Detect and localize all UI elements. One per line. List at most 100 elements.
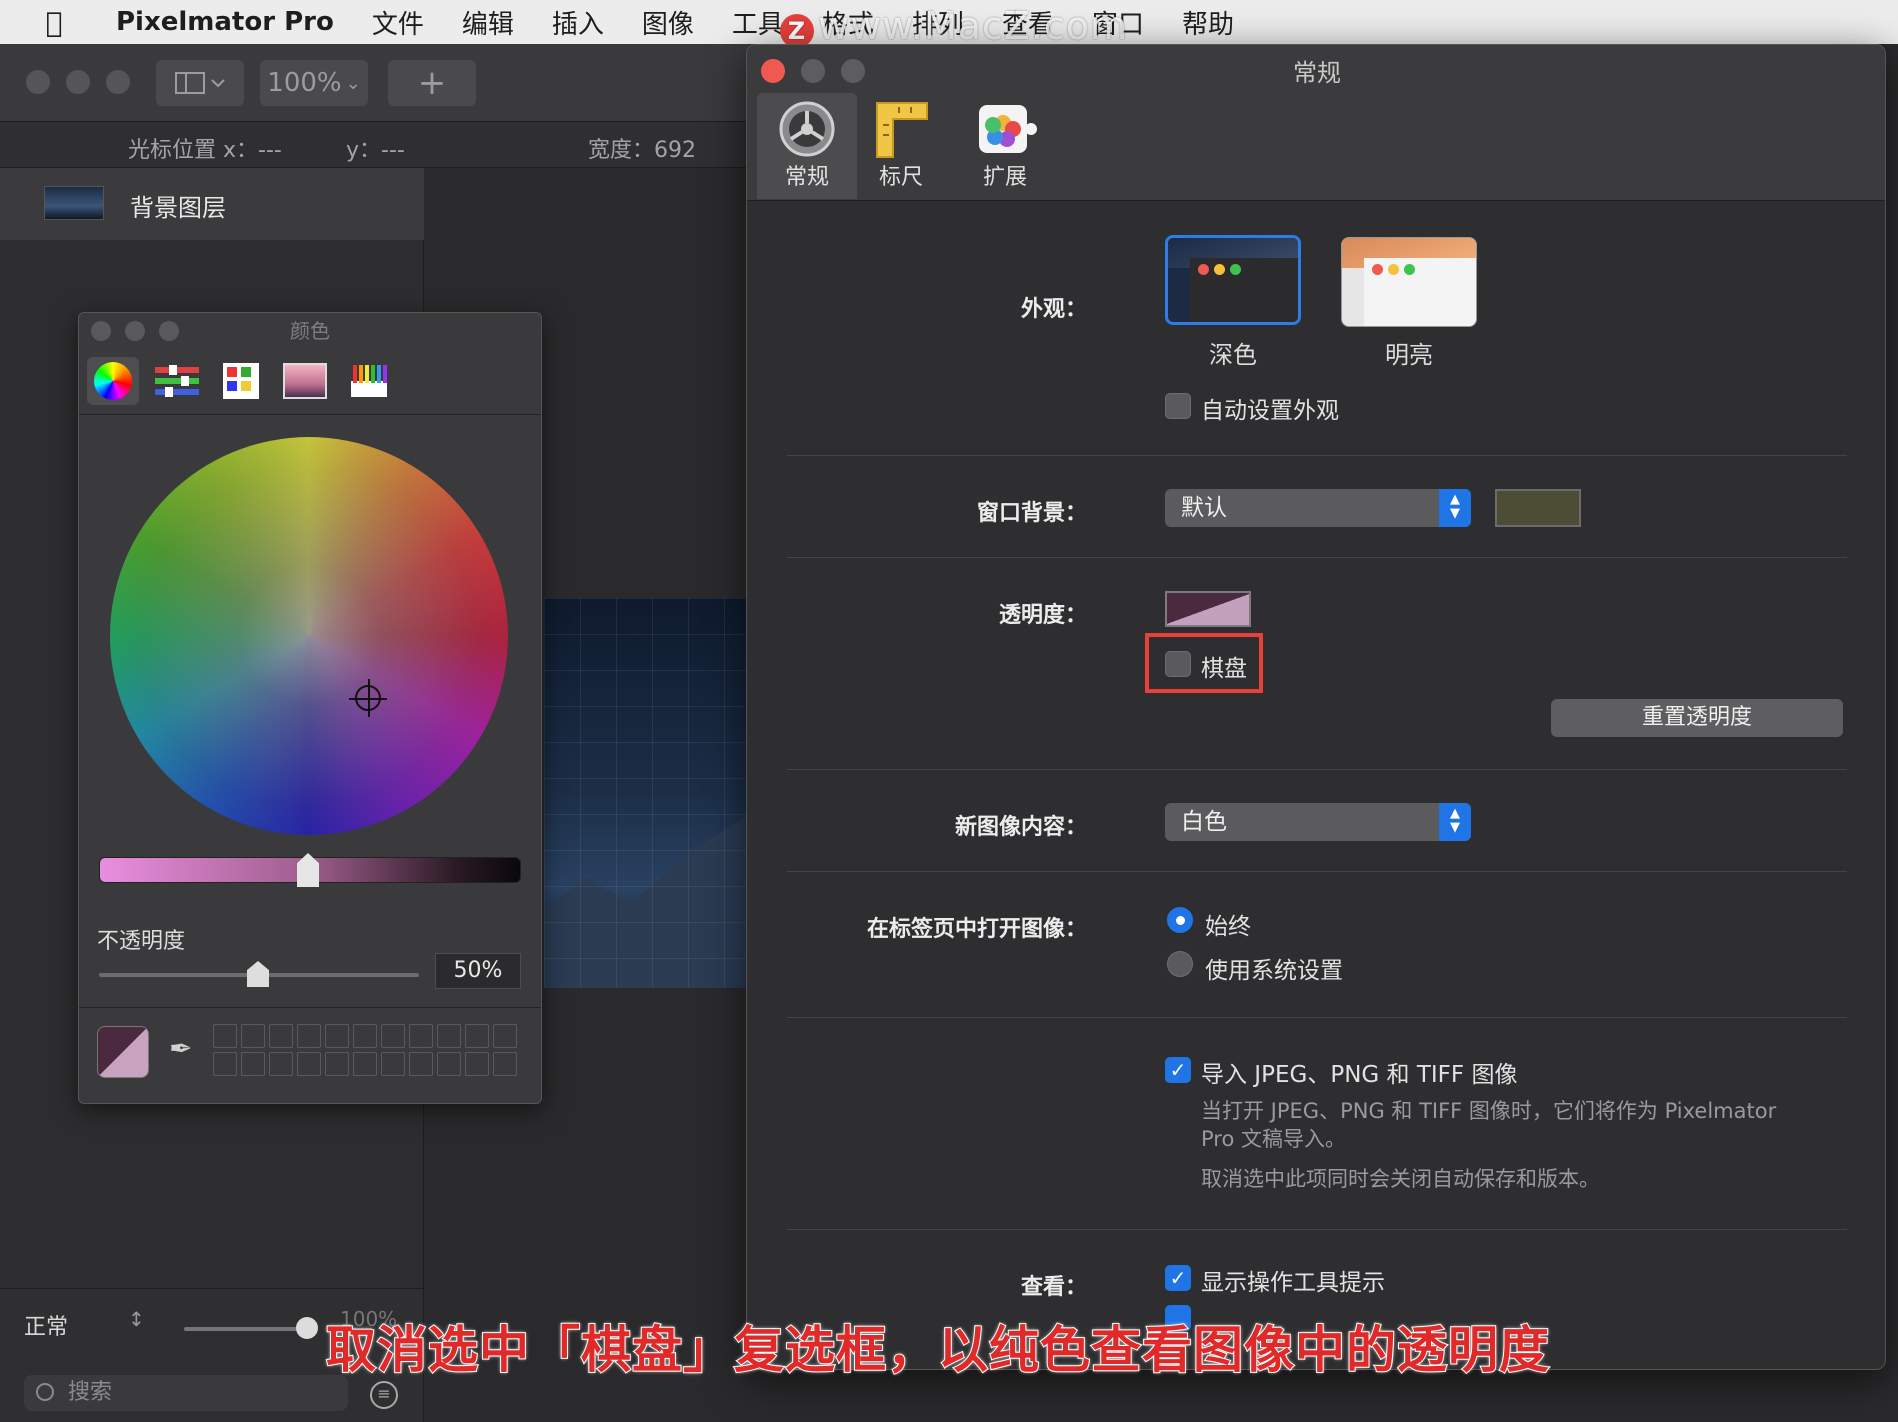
tutorial-caption: 取消选中「棋盘」复选框，以纯色查看图像中的透明度 <box>325 1320 1550 1380</box>
tab-sliders[interactable] <box>151 357 203 405</box>
tab-pencils[interactable] <box>343 357 395 405</box>
palette-icon <box>223 363 259 399</box>
dark-thumb-green-dot <box>1230 264 1241 275</box>
main-toolbar: 100% ⌄ + <box>0 44 760 122</box>
new-image-select[interactable]: 白色 ▲ ▼ <box>1165 803 1471 841</box>
menu-tools[interactable]: 工具 <box>732 4 784 41</box>
swatch-slot[interactable] <box>297 1024 321 1048</box>
swatch-slot[interactable] <box>353 1024 377 1048</box>
auto-appearance-checkbox[interactable] <box>1165 393 1191 419</box>
color-panel-footer: ✒ <box>79 1007 541 1103</box>
menu-image[interactable]: 图像 <box>642 4 694 41</box>
plus-icon: + <box>417 63 447 103</box>
swatch-slot[interactable] <box>325 1052 349 1076</box>
swatch-slot[interactable] <box>241 1024 265 1048</box>
import-images-checkbox[interactable]: ✓ <box>1165 1057 1191 1083</box>
open-in-tabs-label: 在标签页中打开图像： <box>866 917 1087 942</box>
opacity-value-field[interactable]: 50% <box>435 953 521 989</box>
color-picker-crosshair-icon[interactable] <box>349 679 387 717</box>
layer-search-input[interactable]: 搜索 <box>24 1375 348 1411</box>
show-tooltips-label[interactable]: 显示操作工具提示 <box>1201 1263 1385 1297</box>
width-readout: 宽度：692 <box>588 138 696 163</box>
divider <box>787 557 1847 558</box>
swatch-slot[interactable] <box>465 1024 489 1048</box>
swatch-slot[interactable] <box>269 1052 293 1076</box>
swatch-slot[interactable] <box>381 1024 405 1048</box>
minimize-button[interactable] <box>66 70 90 94</box>
blend-mode-select[interactable]: 正常 <box>24 1309 68 1341</box>
filter-icon[interactable]: ≡ <box>370 1381 398 1409</box>
prefs-title: 常规 <box>1293 59 1341 87</box>
color-wheel[interactable] <box>110 437 508 835</box>
swatch-slot[interactable] <box>437 1052 461 1076</box>
divider <box>787 1017 1847 1018</box>
checkerboard-checkbox[interactable] <box>1165 651 1191 677</box>
layer-opacity-knob[interactable] <box>296 1317 318 1339</box>
auto-appearance-label[interactable]: 自动设置外观 <box>1201 391 1339 425</box>
tab-rulers[interactable]: 标尺 <box>851 93 951 199</box>
appearance-dark-option[interactable] <box>1165 235 1301 325</box>
swatch-slot[interactable] <box>493 1024 517 1048</box>
zoom-button[interactable] <box>106 70 130 94</box>
sidebar-icon <box>175 72 225 94</box>
color-wheel-icon <box>94 362 132 400</box>
open-tabs-always-label[interactable]: 始终 <box>1205 907 1251 941</box>
checkerboard-label[interactable]: 棋盘 <box>1201 649 1247 683</box>
appearance-label: 外观： <box>1020 297 1087 322</box>
swatch-slot[interactable] <box>409 1052 433 1076</box>
info-bar: 光标位置 x：--- y：--- 宽度：692 <box>0 122 760 168</box>
open-tabs-system-radio[interactable] <box>1167 951 1193 977</box>
search-icon <box>36 1383 54 1401</box>
divider <box>787 871 1847 872</box>
opacity-slider-knob[interactable] <box>247 961 269 987</box>
tab-extensions[interactable]: 扩展 <box>955 93 1055 199</box>
swatch-slot[interactable] <box>269 1024 293 1048</box>
swatch-slot[interactable] <box>381 1052 405 1076</box>
swatch-slot[interactable] <box>353 1052 377 1076</box>
add-button[interactable]: + <box>388 60 476 106</box>
tab-image[interactable] <box>279 357 331 405</box>
divider <box>787 769 1847 770</box>
appearance-light-option[interactable] <box>1341 237 1477 327</box>
current-color-swatch[interactable] <box>97 1026 149 1078</box>
swatch-slot[interactable] <box>409 1024 433 1048</box>
canvas-image <box>544 598 760 988</box>
apple-menu-icon[interactable]:  <box>26 6 82 39</box>
swatch-slot[interactable] <box>437 1024 461 1048</box>
tab-rulers-label: 标尺 <box>878 165 923 190</box>
tab-color-wheel[interactable] <box>87 357 139 405</box>
show-tooltips-checkbox[interactable]: ✓ <box>1165 1265 1191 1291</box>
open-tabs-always-radio[interactable] <box>1167 907 1193 933</box>
light-thumb-red-dot <box>1372 264 1383 275</box>
swatch-slot[interactable] <box>241 1052 265 1076</box>
swatch-slot[interactable] <box>297 1052 321 1076</box>
updown-arrows-icon: ▲ ▼ <box>1439 803 1471 841</box>
layer-opacity-slider[interactable] <box>184 1327 308 1331</box>
transparency-color-well[interactable] <box>1165 591 1251 627</box>
eyedropper-icon[interactable]: ✒ <box>169 1032 192 1065</box>
swatch-slot[interactable] <box>213 1024 237 1048</box>
sidebar-toggle-button[interactable] <box>156 60 244 106</box>
menu-insert[interactable]: 插入 <box>552 4 604 41</box>
close-button[interactable] <box>26 70 50 94</box>
window-bg-select[interactable]: 默认 ▲ ▼ <box>1165 489 1471 527</box>
layer-row[interactable]: 背景图层 <box>0 168 424 240</box>
window-bg-color-well[interactable] <box>1495 489 1581 527</box>
swatch-slot[interactable] <box>465 1052 489 1076</box>
menu-help[interactable]: 帮助 <box>1182 4 1234 41</box>
open-tabs-system-label[interactable]: 使用系统设置 <box>1205 951 1343 985</box>
tab-palettes[interactable] <box>215 357 267 405</box>
import-images-label[interactable]: 导入 JPEG、PNG 和 TIFF 图像 <box>1201 1055 1517 1089</box>
reset-transparency-button[interactable]: 重置透明度 <box>1551 699 1843 737</box>
swatch-slot[interactable] <box>213 1052 237 1076</box>
saved-swatches <box>213 1024 517 1076</box>
watermark-text: www.MacZ.com <box>818 4 1129 48</box>
swatch-slot[interactable] <box>493 1052 517 1076</box>
menu-app-name[interactable]: Pixelmator Pro <box>116 7 334 37</box>
zoom-dropdown[interactable]: 100% ⌄ <box>260 60 368 106</box>
menu-file[interactable]: 文件 <box>372 4 424 41</box>
menu-edit[interactable]: 编辑 <box>462 4 514 41</box>
dark-thumb-red-dot <box>1198 264 1209 275</box>
swatch-slot[interactable] <box>325 1024 349 1048</box>
tab-general[interactable]: 常规 <box>757 93 857 199</box>
